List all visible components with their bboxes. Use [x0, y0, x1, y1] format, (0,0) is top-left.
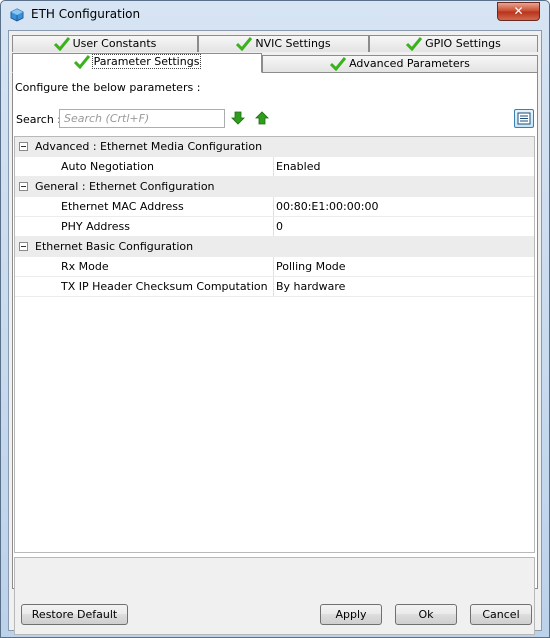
- check-icon: [330, 57, 347, 71]
- table-row[interactable]: PHY Address 0: [15, 217, 534, 237]
- title-bar[interactable]: ETH Configuration ✕: [1, 1, 549, 29]
- tab-user-constants[interactable]: User Constants: [12, 35, 198, 52]
- arrow-up-icon[interactable]: [255, 111, 269, 125]
- eth-configuration-window: ETH Configuration ✕ User Constants NVIC …: [0, 0, 550, 638]
- restore-default-button[interactable]: Restore Default: [21, 604, 128, 625]
- ok-button[interactable]: Ok: [395, 604, 457, 625]
- group-label: General : Ethernet Configuration: [35, 180, 215, 193]
- tab-label: Parameter Settings: [91, 54, 202, 69]
- column-divider: [273, 277, 274, 296]
- param-name: Rx Mode: [61, 260, 109, 273]
- configure-label: Configure the below parameters :: [15, 81, 201, 94]
- check-icon: [236, 37, 253, 51]
- column-divider: [273, 157, 274, 176]
- column-divider: [273, 257, 274, 276]
- tab-gpio-settings[interactable]: GPIO Settings: [369, 35, 538, 52]
- app-cube-icon: [10, 8, 24, 22]
- dialog-client-area: User Constants NVIC Settings GPIO Settin…: [8, 30, 542, 635]
- tab-nvic-settings[interactable]: NVIC Settings: [198, 35, 369, 52]
- cancel-button[interactable]: Cancel: [470, 604, 532, 625]
- param-value[interactable]: Enabled: [276, 160, 320, 173]
- collapse-icon[interactable]: [19, 242, 28, 251]
- window-title: ETH Configuration: [31, 7, 141, 21]
- tab-label: GPIO Settings: [425, 37, 501, 50]
- param-value[interactable]: 0: [276, 220, 283, 233]
- param-value[interactable]: 00:80:E1:00:00:00: [276, 200, 378, 213]
- check-icon: [73, 55, 90, 69]
- group-header[interactable]: General : Ethernet Configuration: [15, 177, 534, 198]
- param-name: Ethernet MAC Address: [61, 200, 184, 213]
- tab-advanced-parameters[interactable]: Advanced Parameters: [262, 55, 538, 72]
- check-icon: [53, 37, 70, 51]
- search-input[interactable]: [59, 109, 225, 128]
- arrow-down-icon[interactable]: [231, 111, 245, 125]
- group-label: Advanced : Ethernet Media Configuration: [35, 140, 263, 153]
- close-button[interactable]: ✕: [497, 2, 540, 21]
- search-label: Search :: [16, 113, 61, 126]
- parameter-settings-panel: Configure the below parameters : Search …: [12, 72, 538, 635]
- table-row[interactable]: Auto Negotiation Enabled: [15, 157, 534, 177]
- param-name: Auto Negotiation: [61, 160, 154, 173]
- column-divider: [273, 217, 274, 236]
- group-label: Ethernet Basic Configuration: [35, 240, 194, 253]
- list-view-button[interactable]: [514, 109, 534, 128]
- tab-label: Advanced Parameters: [349, 57, 470, 70]
- collapse-icon[interactable]: [19, 182, 28, 191]
- check-icon: [406, 37, 423, 51]
- param-value[interactable]: Polling Mode: [276, 260, 346, 273]
- parameter-grid: Advanced : Ethernet Media Configuration …: [14, 136, 535, 553]
- table-row[interactable]: TX IP Header Checksum Computation By har…: [15, 277, 534, 297]
- param-name: PHY Address: [61, 220, 130, 233]
- table-row[interactable]: Ethernet MAC Address 00:80:E1:00:00:00: [15, 197, 534, 217]
- param-name: TX IP Header Checksum Computation: [61, 280, 268, 293]
- tab-label: NVIC Settings: [255, 37, 331, 50]
- close-icon: ✕: [513, 4, 524, 18]
- tab-parameter-settings[interactable]: Parameter Settings: [12, 53, 262, 73]
- group-header[interactable]: Advanced : Ethernet Media Configuration: [15, 137, 534, 158]
- tab-label: User Constants: [72, 37, 157, 50]
- collapse-icon[interactable]: [19, 142, 28, 151]
- list-view-icon: [517, 112, 531, 125]
- column-divider: [273, 197, 274, 216]
- param-value[interactable]: By hardware: [276, 280, 345, 293]
- group-header[interactable]: Ethernet Basic Configuration: [15, 237, 534, 258]
- apply-button[interactable]: Apply: [320, 604, 382, 625]
- table-row[interactable]: Rx Mode Polling Mode: [15, 257, 534, 277]
